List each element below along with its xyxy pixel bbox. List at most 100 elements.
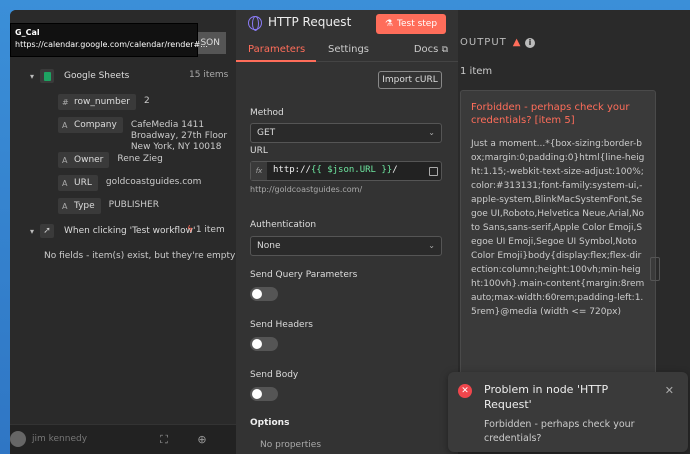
user-name: jim kennedy (32, 434, 88, 444)
url-prefix: http:// (273, 165, 311, 175)
import-curl-button[interactable]: Import cURL (378, 71, 442, 89)
output-header: OUTPUT ▲ i (460, 37, 536, 48)
send-query-toggle[interactable] (250, 287, 278, 301)
user-info: jim kennedy (10, 431, 87, 447)
close-icon[interactable]: ✕ (665, 384, 674, 397)
lightning-icon: ϟ (187, 225, 193, 235)
url-suffix: / (392, 165, 398, 175)
field-name: Type (74, 201, 95, 211)
google-sheets-node-row[interactable]: ▾ Google Sheets (30, 69, 129, 83)
field-name: row_number (74, 97, 130, 107)
field-owner: A Owner Rene Zieg (58, 152, 163, 168)
field-tag: A Owner (58, 152, 110, 168)
field-company: A Company CafeMedia 1411 Broadway, 27th F… (58, 117, 227, 153)
field-name: Company (74, 120, 117, 130)
expression-fx-icon: fx (251, 162, 267, 180)
string-type-icon: A (62, 155, 68, 165)
field-row-number: # row_number 2 (58, 94, 150, 110)
docs-label: Docs (413, 44, 439, 55)
value-line: Broadway, 27th Floor (130, 131, 228, 141)
chevron-down-icon: ▾ (30, 226, 35, 236)
field-name: URL (74, 178, 92, 188)
string-type-icon: A (62, 201, 68, 211)
fit-view-icon[interactable]: ⛶ (156, 433, 172, 449)
no-properties-text: No properties (260, 440, 322, 450)
field-tag: # row_number (58, 94, 136, 110)
scroll-handle[interactable] (650, 257, 660, 281)
avatar (10, 431, 26, 447)
send-query-label: Send Query Parameters (250, 270, 358, 280)
link-tooltip: G_Cal https://calendar.google.com/calend… (10, 23, 208, 57)
chevron-down-icon: ⌄ (428, 128, 435, 137)
error-output-card: Forbidden - perhaps check your credentia… (460, 90, 656, 380)
globe-icon (248, 16, 262, 31)
send-headers-label: Send Headers (250, 320, 313, 330)
field-value: Rene Zieg (117, 154, 163, 164)
input-panel: G_Cal https://calendar.google.com/calend… (10, 10, 236, 454)
field-value: goldcoastguides.com (105, 177, 202, 187)
field-name: Owner (74, 155, 104, 165)
empty-fields-message: No fields - item(s) exist, but they're e… (44, 251, 236, 261)
active-tab-indicator (236, 60, 316, 62)
mouse-pointer-icon: ➚ (40, 224, 54, 238)
item-count: 15 items (189, 70, 229, 80)
send-body-label: Send Body (250, 370, 299, 380)
error-circle-icon: ✕ (458, 384, 472, 398)
method-label: Method (250, 108, 284, 118)
field-url: A URL goldcoastguides.com (58, 175, 201, 191)
app-frame: G_Cal https://calendar.google.com/calend… (10, 10, 690, 454)
method-value: GET (257, 128, 276, 138)
tab-docs[interactable]: Docs ⧉ (414, 44, 448, 55)
field-type: A Type PUBLISHER (58, 198, 159, 214)
warning-icon: ▲ (512, 37, 522, 48)
expand-icon[interactable] (429, 167, 438, 176)
tab-bar: Parameters Settings Docs ⧉ (236, 40, 458, 62)
node-title[interactable]: HTTP Request (268, 15, 351, 29)
node-label: Google Sheets (64, 71, 130, 81)
error-title: Forbidden - perhaps check your credentia… (471, 102, 630, 126)
error-toast: ✕ Problem in node 'HTTP Request' Forbidd… (448, 372, 688, 452)
zoom-in-icon[interactable]: ⊕ (194, 433, 210, 449)
url-input[interactable]: fx http://{{ $json.URL }}/ (250, 161, 442, 181)
url-expression: {{ $json.URL }} (310, 165, 393, 175)
test-step-label: Test step (397, 19, 438, 29)
node-parameters-panel: HTTP Request ⚗ Test step Parameters Sett… (236, 10, 458, 454)
tooltip-title: G_Cal (15, 28, 40, 37)
authentication-label: Authentication (250, 220, 317, 230)
number-type-icon: # (62, 97, 69, 107)
toast-title: Problem in node 'HTTP Request' (484, 383, 609, 411)
string-type-icon: A (62, 178, 68, 188)
canvas-toolbar: jim kennedy ⛶ ⊕ (10, 424, 236, 454)
options-heading: Options (250, 418, 290, 428)
google-sheets-icon (40, 69, 54, 83)
item-count: 1 item (195, 225, 225, 235)
external-link-icon: ⧉ (441, 45, 448, 55)
node-label: When clicking 'Test workflow' (64, 226, 196, 236)
string-type-icon: A (62, 120, 68, 130)
tab-parameters[interactable]: Parameters (248, 44, 305, 55)
chevron-down-icon: ⌄ (428, 241, 435, 250)
error-body: Just a moment...*{box-sizing:border-box;… (471, 139, 645, 317)
method-select[interactable]: GET ⌄ (250, 123, 442, 143)
field-value: CafeMedia 1411 Broadway, 27th Floor New … (131, 120, 227, 153)
test-step-button[interactable]: ⚗ Test step (376, 14, 446, 34)
value-line: CafeMedia 1411 (130, 120, 205, 130)
field-tag: A Company (58, 117, 123, 133)
trigger-node-row[interactable]: ▾ ➚ When clicking 'Test workflow' (30, 224, 195, 238)
tab-settings[interactable]: Settings (328, 44, 369, 55)
authentication-select[interactable]: None ⌄ (250, 236, 442, 256)
field-tag: A Type (58, 198, 101, 214)
send-headers-toggle[interactable] (250, 337, 278, 351)
trigger-count: ϟ 1 item (187, 225, 225, 235)
send-body-toggle[interactable] (250, 387, 278, 401)
field-value: PUBLISHER (108, 200, 159, 210)
field-value: 2 (144, 96, 150, 106)
chevron-down-icon: ▾ (30, 71, 35, 81)
authentication-value: None (257, 241, 281, 251)
tooltip-url: https://calendar.google.com/calendar/ren… (15, 40, 208, 49)
field-tag: A URL (58, 175, 98, 191)
output-item-count: 1 item (460, 66, 493, 77)
output-label: OUTPUT (460, 37, 507, 48)
url-label: URL (250, 146, 268, 156)
info-icon[interactable]: i (525, 37, 536, 48)
